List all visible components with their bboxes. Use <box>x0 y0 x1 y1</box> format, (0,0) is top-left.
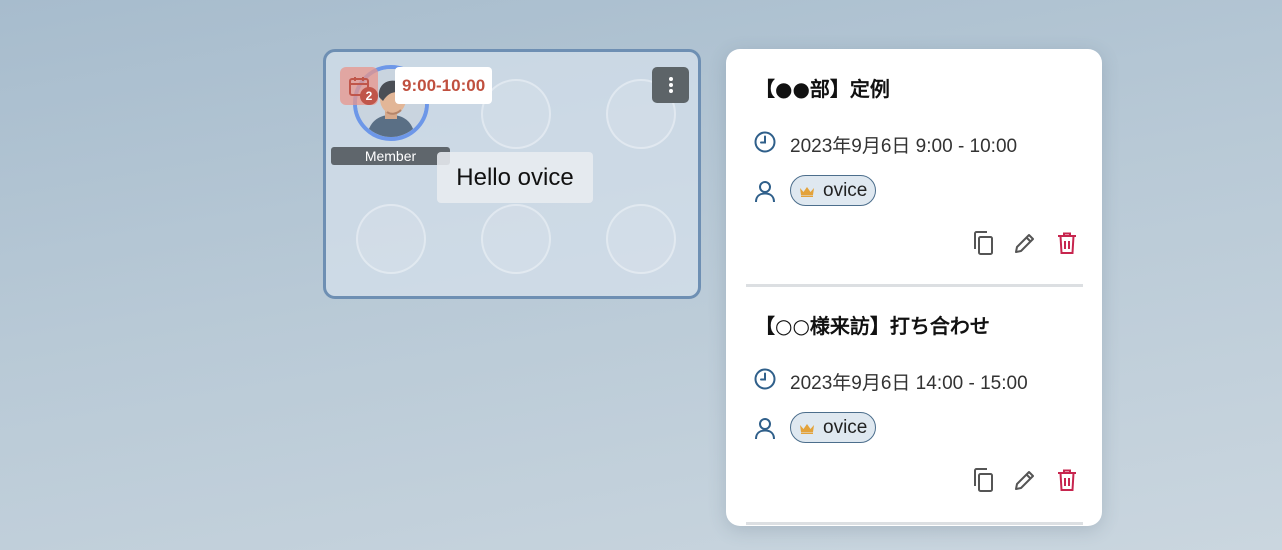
participant-name: ovice <box>823 416 868 438</box>
event-count-badge: 2 <box>360 87 378 105</box>
more-vertical-icon <box>668 77 673 93</box>
empty-seat[interactable] <box>606 204 676 274</box>
delete-button[interactable] <box>1053 466 1081 494</box>
crown-icon <box>799 185 815 197</box>
copy-button[interactable] <box>969 466 997 494</box>
trash-icon <box>1058 469 1076 491</box>
copy-icon <box>974 231 993 255</box>
user-icon <box>755 181 775 203</box>
event-time: 2023年9月6日 9:00 - 10:00 <box>790 136 1018 157</box>
empty-seat[interactable] <box>356 204 426 274</box>
event-actions <box>969 466 1081 494</box>
event-time: 2023年9月6日 14:00 - 15:00 <box>790 373 1028 394</box>
participant-chip[interactable]: ovice <box>790 175 877 206</box>
event-time-chip: 9:00-10:00 <box>395 67 493 104</box>
event-title: 【●●部】定例 <box>755 77 890 101</box>
divider <box>746 284 1083 287</box>
divider <box>746 522 1083 525</box>
edit-button[interactable] <box>1011 229 1039 257</box>
edit-button[interactable] <box>1011 466 1039 494</box>
crown-icon <box>799 422 815 434</box>
meeting-room[interactable]: 2 9:00-10:00 Member Hello ovice <box>323 49 701 299</box>
copy-button[interactable] <box>969 229 997 257</box>
copy-icon <box>974 468 993 492</box>
participant-name: ovice <box>823 179 868 201</box>
event-list-panel: 【●●部】定例 2023年9月6日 9:00 - 10:00 ovice 【○○… <box>726 49 1102 526</box>
delete-button[interactable] <box>1053 229 1081 257</box>
event-actions <box>969 229 1081 257</box>
more-menu-button[interactable] <box>652 67 689 103</box>
clock-icon <box>754 131 776 153</box>
empty-seat[interactable] <box>481 204 551 274</box>
role-label: Member <box>331 147 450 165</box>
participant-chip[interactable]: ovice <box>790 412 877 443</box>
user-icon <box>755 418 775 440</box>
pencil-icon <box>1015 471 1034 490</box>
clock-icon <box>754 368 776 390</box>
event-title: 【○○様来訪】打ち合わせ <box>755 314 990 338</box>
trash-icon <box>1058 232 1076 254</box>
speech-bubble: Hello ovice <box>437 152 593 203</box>
pencil-icon <box>1015 234 1034 253</box>
